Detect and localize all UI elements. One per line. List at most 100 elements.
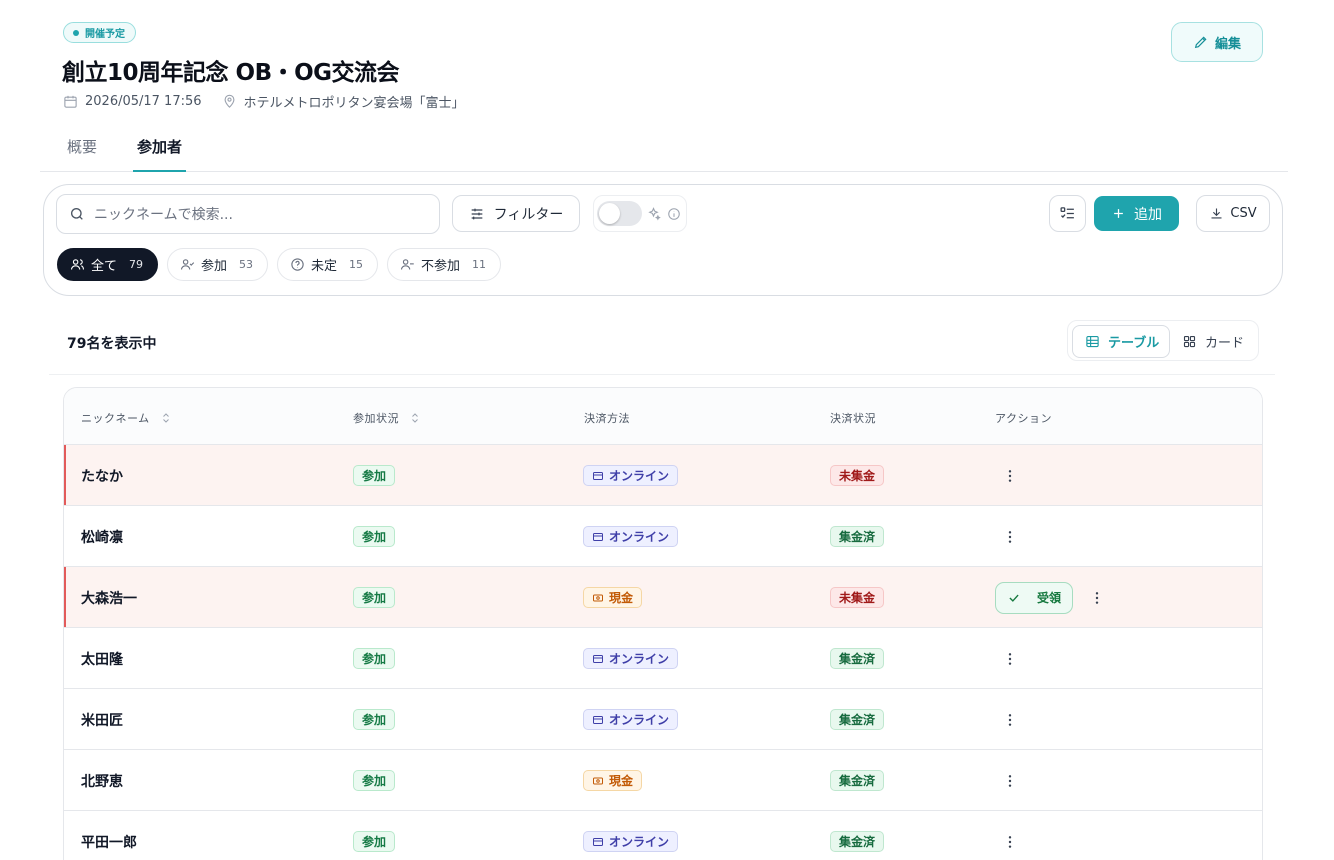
action-cell	[995, 628, 1018, 689]
more-vertical-icon	[1008, 713, 1012, 726]
chip-attending[interactable]: 参加 53	[167, 248, 269, 281]
chip-attending-count: 53	[239, 258, 254, 271]
user-check-icon	[181, 259, 195, 270]
payment-cell: 未集金	[830, 445, 885, 506]
credit-card-icon	[593, 715, 603, 724]
attendance-badge: 参加	[353, 465, 396, 486]
payment-cell: 集金済	[830, 689, 885, 750]
event-location: ホテルメトロポリタン宴会場「富士」	[222, 92, 465, 111]
more-vertical-icon	[1008, 835, 1012, 848]
chip-undecided-count: 15	[349, 258, 364, 271]
participant-nickname: 北野恵	[81, 773, 123, 790]
payment-cell: 未集金	[830, 567, 885, 628]
row-menu-button[interactable]	[1002, 468, 1018, 484]
banknote-icon	[593, 777, 603, 784]
table-row[interactable]: 平田一郎 参加 オンライン 集金済	[64, 811, 1262, 860]
view-card-label: カード	[1205, 336, 1245, 351]
payment-method-badge: 現金	[583, 587, 643, 608]
sparkles-icon	[648, 207, 661, 221]
attendance-badge: 参加	[353, 831, 396, 852]
row-menu-button[interactable]	[1002, 773, 1018, 789]
action-cell	[995, 445, 1018, 506]
filter-button[interactable]: フィルター	[452, 195, 580, 232]
chip-not-attending-count: 11	[472, 258, 487, 271]
payment-method-badge: 現金	[583, 770, 643, 791]
header-nickname[interactable]: ニックネーム	[81, 410, 172, 426]
csv-export-button[interactable]: CSV	[1196, 195, 1270, 232]
row-menu-button[interactable]	[1089, 590, 1105, 606]
attendance-cell: 参加	[353, 445, 396, 506]
header-payment-status: 決済状況	[830, 412, 876, 425]
header-nickname-label: ニックネーム	[81, 412, 150, 425]
credit-card-icon	[593, 532, 603, 541]
method-cell: 現金	[583, 567, 643, 628]
plus-icon	[1114, 209, 1123, 218]
header-attendance[interactable]: 参加状況	[353, 410, 421, 426]
event-datetime: 2026/05/17 17:56	[63, 94, 202, 109]
view-table-button[interactable]: テーブル	[1072, 325, 1170, 358]
method-cell: オンライン	[583, 628, 679, 689]
attendance-cell: 参加	[353, 750, 396, 811]
user-minus-icon	[401, 259, 414, 270]
more-vertical-icon	[1008, 469, 1012, 482]
edit-button[interactable]: 編集	[1171, 22, 1263, 62]
add-participant-button[interactable]: 追加	[1094, 196, 1179, 231]
ai-toggle-switch[interactable]	[597, 201, 642, 226]
sort-icon	[412, 413, 418, 423]
row-menu-button[interactable]	[1002, 651, 1018, 667]
payment-method-badge: オンライン	[583, 709, 679, 730]
row-menu-button[interactable]	[1002, 712, 1018, 728]
tab-overview[interactable]: 概要	[67, 128, 97, 172]
attendance-badge: 参加	[353, 648, 396, 669]
payment-cell: 集金済	[830, 506, 885, 567]
method-cell: 現金	[583, 750, 643, 811]
map-pin-icon	[224, 94, 234, 108]
table-row[interactable]: 太田隆 参加 オンライン 集金済	[64, 628, 1262, 689]
tab-participants[interactable]: 参加者	[133, 128, 186, 172]
more-vertical-icon	[1008, 774, 1012, 787]
chip-not-attending-label: 不参加	[421, 259, 461, 274]
search-input[interactable]: ニックネームで検索...	[56, 194, 440, 234]
filter-panel: ニックネームで検索... フィルター 追加 CSV 全て 79 参加 53 未定…	[43, 184, 1283, 296]
payment-method-badge: オンライン	[583, 526, 679, 547]
attendance-cell: 参加	[353, 506, 396, 567]
column-settings-button[interactable]	[1049, 195, 1086, 232]
check-icon	[1009, 594, 1019, 602]
chip-all[interactable]: 全て 79	[57, 248, 159, 281]
result-count: 79名を表示中	[67, 336, 157, 352]
tab-bar: 概要 参加者	[40, 128, 1288, 172]
receive-payment-button[interactable]: 受領	[995, 581, 1073, 614]
table-row[interactable]: 米田匠 参加 オンライン 集金済	[64, 689, 1262, 750]
view-card-button[interactable]: カード	[1178, 325, 1244, 358]
table-row[interactable]: 大森浩一 参加 現金 未集金 受領	[64, 567, 1262, 628]
row-menu-button[interactable]	[1002, 529, 1018, 545]
payment-status-badge: 集金済	[830, 831, 885, 852]
event-meta: 2026/05/17 17:56 ホテルメトロポリタン宴会場「富士」	[63, 92, 465, 111]
filter-button-label: フィルター	[493, 206, 564, 223]
payment-cell: 集金済	[830, 811, 885, 860]
participant-nickname: 米田匠	[81, 712, 123, 729]
event-status-label: 開催予定	[85, 29, 125, 40]
chip-not-attending[interactable]: 不参加 11	[387, 248, 502, 281]
sort-icon	[162, 413, 169, 423]
row-menu-button[interactable]	[1002, 834, 1018, 850]
table-row[interactable]: 北野恵 参加 現金 集金済	[64, 750, 1262, 811]
payment-status-badge: 集金済	[830, 709, 885, 730]
chip-undecided[interactable]: 未定 15	[277, 248, 379, 281]
table-row[interactable]: 松崎凛 参加 オンライン 集金済	[64, 506, 1262, 567]
status-dot	[73, 29, 79, 36]
view-table-label: テーブル	[1108, 336, 1160, 351]
action-cell	[995, 506, 1018, 567]
method-cell: オンライン	[583, 811, 679, 860]
view-mode-toggle: テーブル カード	[1067, 320, 1259, 361]
chip-all-label: 全て	[91, 259, 118, 274]
info-icon[interactable]	[667, 207, 681, 221]
more-vertical-icon	[1008, 530, 1012, 543]
payment-method-badge: オンライン	[583, 648, 679, 669]
attendance-badge: 参加	[353, 770, 396, 791]
method-cell: オンライン	[583, 689, 679, 750]
pencil-icon	[1194, 36, 1207, 49]
table-row[interactable]: たなか 参加 オンライン 未集金	[64, 445, 1262, 506]
payment-status-badge: 集金済	[830, 648, 885, 669]
calendar-icon	[64, 95, 77, 108]
